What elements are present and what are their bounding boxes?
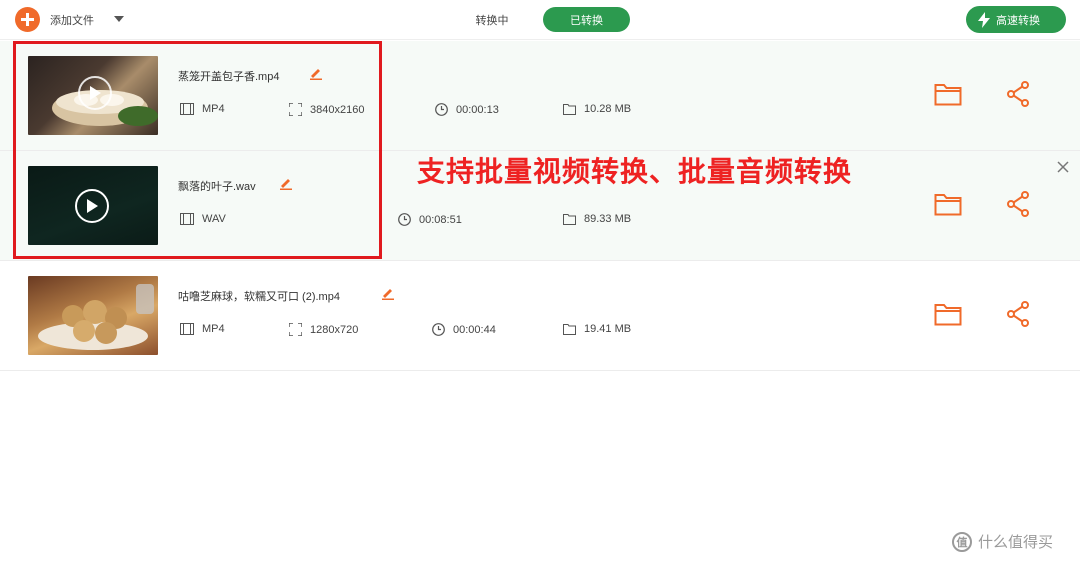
- size-value: 89.33 MB: [584, 213, 632, 225]
- fast-convert-button[interactable]: 高速转换: [966, 6, 1066, 33]
- file-resolution: 1280x720: [289, 323, 358, 336]
- file-icon: [563, 324, 576, 335]
- file-row: 咕噜芝麻球，软糯又可口 (2).mp4 MP4 1280x720 00:00:4…: [0, 261, 1080, 371]
- share-icon: [1007, 301, 1029, 327]
- sesame-balls-image: [38, 284, 154, 350]
- open-folder-button[interactable]: [933, 299, 963, 329]
- add-file-button[interactable]: [15, 7, 40, 32]
- chevron-down-icon[interactable]: [114, 16, 124, 22]
- expand-icon: [289, 323, 302, 336]
- resolution-value: 1280x720: [310, 323, 359, 336]
- share-button[interactable]: [1003, 299, 1033, 329]
- film-icon: [180, 323, 194, 335]
- file-icon: [563, 104, 576, 115]
- file-duration: 00:08:51: [398, 213, 462, 226]
- annotation-caption: 支持批量视频转换、批量音频转换: [417, 155, 853, 188]
- file-format: MP4: [180, 323, 225, 335]
- duration-value: 00:00:13: [456, 103, 499, 116]
- file-size: 10.28 MB: [563, 103, 631, 115]
- clock-icon: [435, 103, 448, 116]
- duration-value: 00:00:44: [453, 323, 496, 336]
- close-icon[interactable]: [1055, 159, 1071, 175]
- duration-value: 00:08:51: [419, 213, 462, 226]
- file-duration: 00:00:44: [432, 323, 496, 336]
- fast-convert-label: 高速转换: [996, 14, 1040, 27]
- video-thumbnail[interactable]: [28, 276, 158, 355]
- watermark: 值 什么值得买: [952, 531, 1053, 552]
- file-duration: 00:00:13: [435, 103, 499, 116]
- tab-converted[interactable]: 已转换: [543, 7, 630, 32]
- clock-icon: [432, 323, 445, 336]
- file-name: 咕噜芝麻球，软糯又可口 (2).mp4: [178, 291, 340, 303]
- add-file-label[interactable]: 添加文件: [50, 12, 94, 28]
- lightning-icon: [978, 11, 990, 28]
- watermark-logo-icon: 值: [952, 531, 972, 552]
- folder-icon: [934, 304, 962, 326]
- open-folder-button[interactable]: [933, 79, 963, 109]
- folder-icon: [934, 84, 962, 106]
- edit-icon[interactable]: [381, 286, 395, 300]
- size-value: 10.28 MB: [584, 103, 632, 115]
- toolbar: 添加文件 转换中 已转换 高速转换: [0, 0, 1080, 40]
- folder-icon: [934, 194, 962, 216]
- file-size: 19.41 MB: [563, 323, 631, 335]
- share-icon: [1007, 81, 1029, 107]
- watermark-text: 什么值得买: [978, 534, 1054, 551]
- tab-converting[interactable]: 转换中: [456, 8, 528, 32]
- size-value: 19.41 MB: [584, 323, 632, 335]
- share-button[interactable]: [1003, 189, 1033, 219]
- open-folder-button[interactable]: [933, 189, 963, 219]
- format-value: MP4: [202, 323, 225, 335]
- app-window: 添加文件 转换中 已转换 高速转换 蒸笼开盖包子香.mp4 MP4 3840x2…: [0, 0, 1080, 563]
- share-button[interactable]: [1003, 79, 1033, 109]
- plus-icon: [21, 13, 34, 26]
- highlight-box: [13, 41, 382, 259]
- file-icon: [563, 214, 576, 225]
- share-icon: [1007, 191, 1029, 217]
- clock-icon: [398, 213, 411, 226]
- file-size: 89.33 MB: [563, 213, 631, 225]
